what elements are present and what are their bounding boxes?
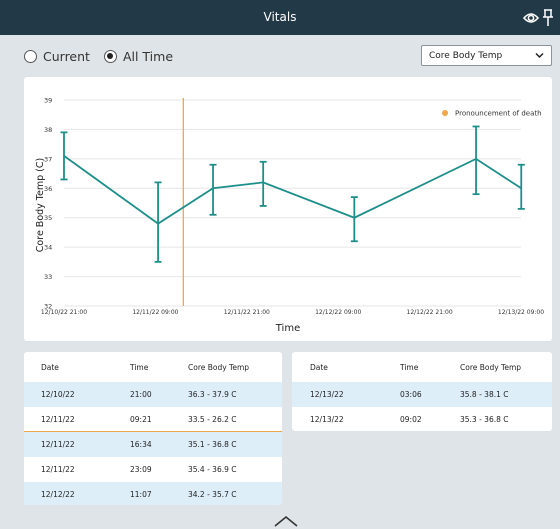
metric-select-value: Core Body Temp [429,51,503,61]
y-tick-label: 39 [44,97,52,105]
table-row[interactable]: 12/12/22 11:07 34.2 - 35.7 C [24,482,282,505]
table-row[interactable]: 12/11/22 09:21 33.5 - 26.2 C [24,407,282,432]
table-row[interactable]: 12/13/22 03:06 35.8 - 38.1 C [292,382,552,407]
vitals-table-right: Date Time Core Body Temp 12/13/22 03:06 … [292,352,552,431]
header-date: Date [41,362,59,372]
cell-temp: 35.8 - 38.1 C [460,390,509,399]
series-line [63,155,522,225]
cell-temp: 33.5 - 26.2 C [188,414,237,424]
x-tick-label: 12/11/22 09:00 [132,309,178,316]
metric-select[interactable]: Core Body Temp [421,45,552,66]
eye-icon[interactable] [523,11,539,25]
header-core-body-temp: Core Body Temp [188,362,250,372]
cell-date: 12/12/22 [41,490,75,499]
radio-current-label: Current [43,48,90,64]
radio-all-time[interactable]: All Time [103,48,174,64]
header-time: Time [130,362,149,372]
legend-marker [442,110,448,116]
x-tick-label: 12/10/22 21:00 [41,309,87,316]
temperature-chart: 323334353637383912/10/22 21:00 12/11/22 0… [35,97,544,335]
x-tick-label: 12/12/22 21:00 [407,309,453,316]
cell-time: 21:00 [130,390,152,399]
radio-all-time-circle[interactable] [103,49,117,63]
cell-temp: 36.3 - 37.9 C [188,390,237,399]
table-row[interactable]: 12/13/22 09:02 35.3 - 36.8 C [292,407,552,431]
chevron-down-icon [535,52,544,59]
legend-label: Pronouncement of death [455,110,542,118]
time-range-filter: Current All Time [24,47,187,65]
y-tick-label: 38 [44,126,52,134]
header-time: Time [400,362,419,372]
cell-temp: 34.2 - 35.7 C [188,490,237,499]
table-header: Date Time Core Body Temp [292,352,552,382]
radio-current[interactable]: Current [24,49,90,64]
table-row[interactable]: 12/11/22 23:09 35.4 - 36.9 C [24,457,282,482]
radio-all-time-label: All Time [122,48,174,64]
radio-current-circle[interactable] [24,49,37,63]
table-header: Date Time Core Body Temp [24,352,282,382]
x-tick-label: 12/13/22 09:00 [498,309,544,316]
table-row[interactable]: 12/10/22 21:00 36.3 - 37.9 C [24,382,282,407]
header-core-body-temp: Core Body Temp [460,362,522,372]
chevron-up-icon[interactable] [274,515,298,527]
cell-date: 12/11/22 [41,440,75,449]
cell-time: 03:06 [400,390,422,399]
cell-temp: 35.3 - 36.8 C [460,415,509,424]
cell-time: 16:34 [130,440,152,449]
table-row[interactable]: 12/11/22 16:34 35.1 - 36.8 C [24,432,282,457]
title-bar: Vitals [0,0,560,35]
cell-date: 12/13/22 [310,415,344,424]
cell-time: 11:07 [130,490,152,499]
pin-icon[interactable] [542,9,554,27]
window-title: Vitals [263,10,297,24]
x-axis-label: Time [275,323,300,334]
cell-date: 12/13/22 [310,390,344,399]
cell-date: 12/10/22 [41,390,75,399]
header-date: Date [310,362,328,372]
y-axis-label: Core Body Temp (C) [35,158,46,252]
x-tick-label: 12/12/22 09:00 [315,309,361,316]
cell-date: 12/11/22 [41,465,75,474]
chart-card: 32 33 34 35 36 37 38 39 12/10/22 21:00 12/11/22 0… [24,77,552,341]
cell-time: 23:09 [130,465,152,474]
cell-date: 12/11/22 [41,414,75,424]
x-tick-label: 12/11/22 21:00 [224,309,270,316]
cell-time: 09:21 [130,414,152,424]
cell-temp: 35.1 - 36.8 C [188,440,237,449]
y-tick-label: 33 [44,273,52,281]
vitals-table-left: Date Time Core Body Temp 12/10/22 21:00 … [24,352,282,505]
cell-temp: 35.4 - 36.9 C [188,465,237,474]
cell-time: 09:02 [400,415,422,424]
